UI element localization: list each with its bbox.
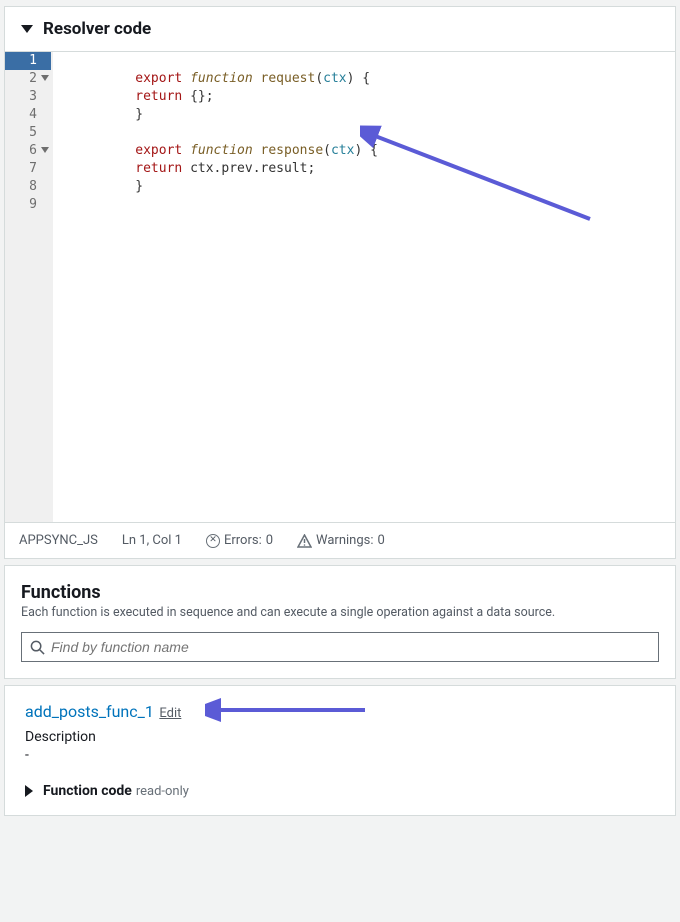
status-warnings: Warnings: 0 — [297, 533, 385, 548]
status-cursor-pos: Ln 1, Col 1 — [122, 533, 182, 548]
functions-panel: Functions Each function is executed in s… — [4, 565, 676, 679]
error-icon: ✕ — [206, 534, 220, 548]
function-code-label: Function code — [43, 783, 132, 799]
functions-title: Functions — [21, 582, 659, 603]
function-description-label: Description — [25, 729, 655, 745]
resolver-collapse-header[interactable]: Resolver code — [5, 7, 675, 51]
function-header-row: add_posts_func_1 Edit — [25, 702, 655, 721]
functions-search-input[interactable] — [51, 639, 650, 655]
chevron-right-icon — [25, 785, 33, 797]
code-editor[interactable]: 123456789 export function request(ctx) {… — [5, 51, 675, 523]
resolver-title: Resolver code — [43, 19, 151, 39]
readonly-badge: read-only — [136, 784, 189, 799]
editor-gutter: 123456789 — [5, 52, 53, 522]
function-description-value: - — [25, 747, 655, 763]
editor-statusbar: APPSYNC_JS Ln 1, Col 1 ✕ Errors: 0 Warni… — [5, 523, 675, 558]
function-item-panel: add_posts_func_1 Edit Description - Func… — [4, 685, 676, 816]
editor-code-area[interactable]: export function request(ctx) { return {}… — [53, 52, 675, 522]
function-name-link[interactable]: add_posts_func_1 — [25, 702, 154, 721]
search-icon — [30, 640, 45, 655]
chevron-down-icon — [21, 25, 33, 33]
warning-icon — [297, 534, 312, 548]
functions-search[interactable] — [21, 632, 659, 662]
resolver-code-panel: Resolver code 123456789 export function … — [4, 6, 676, 559]
function-edit-link[interactable]: Edit — [159, 706, 181, 721]
function-code-collapse[interactable]: Function code read-only — [25, 783, 655, 799]
status-errors: ✕ Errors: 0 — [206, 533, 273, 548]
functions-description: Each function is executed in sequence an… — [21, 605, 659, 620]
status-runtime: APPSYNC_JS — [19, 533, 98, 548]
